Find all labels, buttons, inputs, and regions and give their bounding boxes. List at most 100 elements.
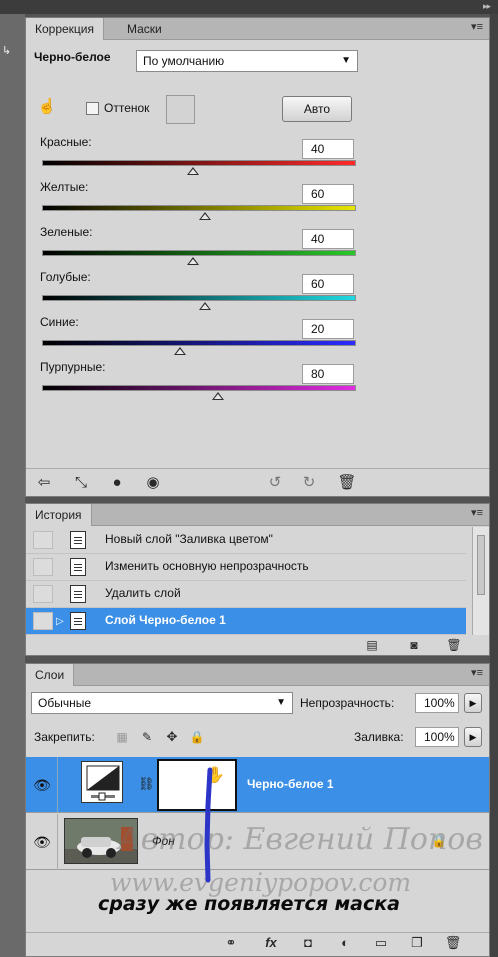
slider-value-input[interactable]: 60 [302,274,354,294]
lock-position-icon[interactable]: ✥ [164,728,180,746]
tool-icon[interactable]: ↳ [2,44,22,60]
trash-icon[interactable]: 🗑 [443,934,463,952]
slider-thumb[interactable] [186,167,199,175]
history-item[interactable]: Новый слой "Заливка цветом" [26,527,466,554]
slider-track[interactable] [42,250,356,256]
lock-all-icon[interactable]: 🔒 [189,728,205,746]
chevron-down-icon: ▼ [276,697,286,708]
fill-label: Заливка: [354,730,404,744]
expand-view-icon[interactable]: ⤡ [70,474,92,492]
divider [26,932,489,933]
history-list: Новый слой "Заливка цветом" Изменить осно… [26,527,472,635]
blend-mode-dropdown[interactable]: Обычные ▼ [31,692,293,714]
history-item-label: Слой Черно-белое 1 [105,613,226,627]
opacity-arrow-button[interactable]: ▶ [464,693,482,713]
chain-link-icon[interactable]: ⛓ [138,775,155,793]
collapse-panels-icon[interactable]: ▸▸ [483,1,491,12]
fx-icon[interactable]: fx [259,934,283,952]
adjustment-layer-thumbnail[interactable] [81,761,123,803]
fill-arrow-button[interactable]: ▶ [464,727,482,747]
slider-thumb[interactable] [186,257,199,265]
preset-dropdown[interactable]: По умолчанию ▼ [136,50,358,72]
snapshot-source-box[interactable] [33,612,53,630]
divider [26,468,489,469]
history-state-icon [70,585,86,603]
history-scrollbar[interactable] [472,527,489,635]
tab-adjustments[interactable]: Коррекция [26,18,105,40]
visibility-eye-icon[interactable]: ◉ [142,474,164,492]
layer-name: Черно-белое 1 [247,777,334,791]
history-tabs: История ▾≡ [26,504,489,526]
tab-history[interactable]: История [26,504,92,526]
lock-label: Закрепить: [34,730,95,744]
snapshot-source-box[interactable] [33,531,53,549]
back-arrow-icon[interactable]: ⇦ [33,474,55,492]
history-state-icon [70,531,86,549]
tab-layers[interactable]: Слои [26,664,75,686]
slider-label: Голубые: [40,270,91,284]
trash-icon[interactable]: 🗑 [336,474,358,492]
history-state-icon [70,558,86,576]
visibility-eye-icon[interactable]: 👁 [31,776,53,794]
annotation-caption: сразу же появляется маска [98,893,400,915]
new-adjustment-icon[interactable]: ◐ [335,934,355,952]
opacity-label: Непрозрачность: [300,696,395,710]
slider-track[interactable] [42,340,356,346]
current-state-marker-icon: ▷ [56,616,64,627]
adjustments-tabs: Коррекция Маски ▾≡ [26,18,489,40]
panel-menu-icon[interactable]: ▾≡ [471,666,483,679]
history-item-label: Изменить основную непрозрачность [105,559,309,573]
slider-thumb[interactable] [199,212,212,220]
history-item-label: Удалить слой [105,586,181,600]
tint-checkbox[interactable] [86,102,99,115]
layers-tabs: Слои ▾≡ [26,664,489,686]
history-panel: История ▾≡ Новый слой "Заливка цветом" Из… [25,503,490,656]
slider-value-input[interactable]: 20 [302,319,354,339]
lock-transparent-icon[interactable]: ▦ [114,728,130,746]
panel-menu-icon[interactable]: ▾≡ [471,506,483,519]
snapshot-source-box[interactable] [33,558,53,576]
slider-thumb[interactable] [174,347,187,355]
slider-label: Красные: [40,135,92,149]
slider-value-input[interactable]: 60 [302,184,354,204]
visibility-eye-icon[interactable]: 👁 [31,833,53,851]
add-mask-icon[interactable]: ◘ [298,934,318,952]
slider-value-input[interactable]: 80 [302,364,354,384]
new-snapshot-icon[interactable]: ▤ [362,636,382,654]
slider-track[interactable] [42,205,356,211]
link-layers-icon[interactable]: ⚭ [221,934,241,952]
history-item[interactable]: Изменить основную непрозрачность [26,554,466,581]
previous-state-icon[interactable]: ↺ [264,474,286,492]
history-item[interactable]: Удалить слой [26,581,466,608]
slider-track[interactable] [42,385,356,391]
reset-icon[interactable]: ↻ [298,474,320,492]
slider-track[interactable] [42,295,356,301]
preset-value: По умолчанию [143,54,225,68]
lock-image-brush-icon[interactable]: ✎ [139,728,155,746]
slider-value-input[interactable]: 40 [302,229,354,249]
slider-label: Желтые: [40,180,89,194]
new-group-folder-icon[interactable]: ▭ [371,934,391,952]
scroll-thumb[interactable] [477,535,485,595]
tint-color-swatch[interactable] [166,95,195,124]
slider-label: Пурпурные: [40,360,106,374]
history-state-icon [70,612,86,630]
targeted-adjustment-hand-icon[interactable]: ☝ [36,98,58,116]
camera-icon[interactable]: ◙ [404,636,424,654]
slider-label: Зеленые: [40,225,93,239]
slider-value-input[interactable]: 40 [302,139,354,159]
panel-menu-icon[interactable]: ▾≡ [471,20,483,33]
new-layer-icon[interactable]: ❐ [407,934,427,952]
trash-icon[interactable]: 🗑 [444,636,464,654]
slider-track[interactable] [42,160,356,166]
opacity-input[interactable]: 100% [415,693,459,713]
layer-row-black-white[interactable]: 👁 ⛓ ✋ Черно-белое 1 [26,757,489,813]
snapshot-source-box[interactable] [33,585,53,603]
slider-thumb[interactable] [199,302,212,310]
history-item[interactable]: ▷ Слой Черно-белое 1 [26,608,466,635]
clip-to-layer-icon[interactable]: ● [106,474,128,492]
fill-input[interactable]: 100% [415,727,459,747]
tab-masks[interactable]: Маски [118,18,171,40]
slider-thumb[interactable] [211,392,224,400]
auto-button[interactable]: Авто [282,96,352,122]
